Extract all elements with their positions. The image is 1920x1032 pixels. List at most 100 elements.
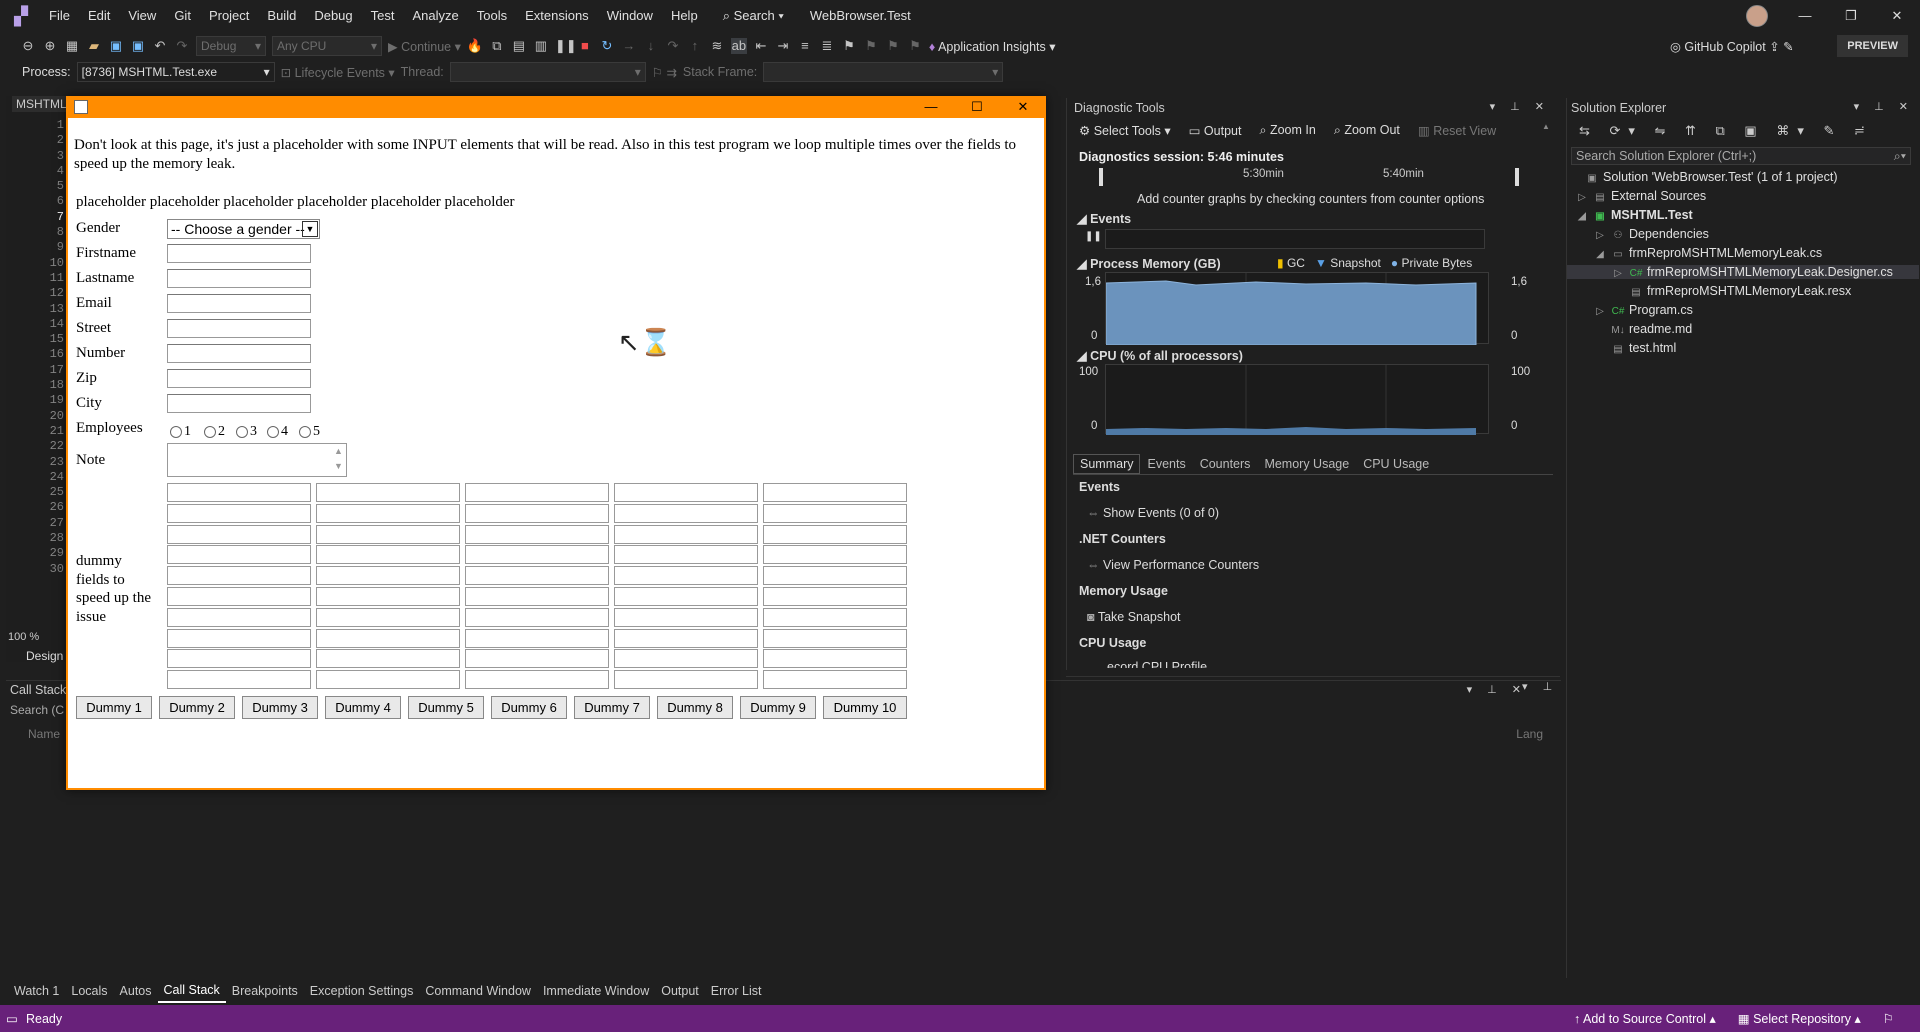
zoom-level[interactable]: 100 % [8, 631, 39, 643]
show-next-statement-icon[interactable]: → [621, 38, 637, 54]
tab-counters[interactable]: Counters [1193, 454, 1258, 474]
tree-test-html[interactable]: ▤ test.html [1611, 341, 1676, 355]
tree-resx[interactable]: ▤ frmReproMSHTMLMemoryLeak.resx [1629, 284, 1851, 298]
column-lang[interactable]: Lang [1516, 727, 1543, 741]
select-tools-button[interactable]: ⚙ Select Tools ▾ [1079, 123, 1171, 138]
prev-bookmark-icon[interactable]: ⚑ [863, 38, 879, 54]
column-name[interactable]: Name [28, 727, 60, 741]
tab-output[interactable]: Output [655, 980, 705, 1002]
call-stack-search[interactable]: Search (C [10, 703, 70, 717]
number-input[interactable] [167, 344, 311, 363]
pause-events-icon[interactable]: ❚❚ [1085, 231, 1102, 242]
test-form-titlebar[interactable]: — ☐ ✕ [66, 96, 1046, 118]
record-cpu-profile-button[interactable]: ● Record CPU Profile [1107, 660, 1207, 668]
solution-toolbar[interactable]: ⇆ ⟳▾ ⇋ ⇈ ⧉ ▣ ⌘▾ ✎ ≓ [1579, 123, 1873, 139]
dummy-input[interactable] [316, 503, 460, 523]
tab-breakpoints[interactable]: Breakpoints [226, 980, 304, 1002]
maximize-icon[interactable]: ☐ [954, 96, 1000, 118]
dummy-input[interactable] [167, 566, 311, 586]
github-copilot-button[interactable]: ◎ GitHub Copilot ⇪ ✎ [1670, 39, 1794, 54]
tab-immediate-window[interactable]: Immediate Window [537, 980, 655, 1002]
tree-external-sources[interactable]: ▷ ▤ External Sources [1575, 189, 1706, 203]
hex-display-icon[interactable]: ≋ [709, 38, 725, 54]
search-button[interactable]: ⌕ Search ▾ [715, 8, 792, 24]
attach-icon[interactable]: ⧉ [489, 38, 505, 54]
dummy-button-7[interactable]: Dummy 7 [574, 696, 650, 719]
dummy-input[interactable] [465, 524, 609, 544]
save-all-icon[interactable]: ▣ [130, 38, 146, 54]
step-over-icon[interactable]: ↷ [665, 38, 681, 54]
configuration-select[interactable]: Debug ▾ [196, 36, 266, 56]
zip-input[interactable] [167, 369, 311, 388]
employees-radio-1[interactable]: 1 [170, 424, 191, 440]
reset-view-button[interactable]: ▥ Reset View [1418, 123, 1496, 138]
dummy-input[interactable] [316, 545, 460, 565]
step-out-icon[interactable]: ↑ [687, 38, 703, 54]
gender-select[interactable]: -- Choose a gender -- ▼ [167, 219, 320, 239]
dummy-input[interactable] [465, 545, 609, 565]
menu-help[interactable]: Help [662, 0, 707, 31]
dummy-button-4[interactable]: Dummy 4 [325, 696, 401, 719]
dummy-input[interactable] [465, 587, 609, 606]
uncomment-icon[interactable]: ≣ [819, 38, 835, 54]
tab-error-list[interactable]: Error List [705, 980, 768, 1002]
dummy-input[interactable] [763, 649, 907, 669]
tab-summary[interactable]: Summary [1073, 454, 1141, 474]
dummy-input[interactable] [614, 483, 758, 502]
next-bookmark-icon[interactable]: ⚑ [885, 38, 901, 54]
tree-solution[interactable]: ▣ Solution 'WebBrowser.Test' (1 of 1 proj… [1585, 170, 1837, 184]
menu-file[interactable]: File [40, 0, 79, 31]
dummy-input[interactable] [167, 670, 311, 690]
tree-dependencies[interactable]: ▷ ⚇ Dependencies [1593, 227, 1709, 241]
dummy-input[interactable] [763, 587, 907, 606]
dummy-input[interactable] [465, 566, 609, 586]
dummy-input[interactable] [465, 503, 609, 523]
output-button[interactable]: ▭ Output [1189, 123, 1242, 138]
dummy-input[interactable] [316, 670, 460, 690]
employees-radio-3[interactable]: 3 [236, 424, 257, 440]
design-tab[interactable]: Design [26, 649, 63, 663]
tree-readme[interactable]: M↓ readme.md [1611, 322, 1692, 336]
dummy-input[interactable] [167, 587, 311, 606]
email-input[interactable] [167, 294, 311, 313]
note-textarea[interactable]: ▲ ▼ [167, 443, 347, 477]
tab-call-stack[interactable]: Call Stack [157, 979, 226, 1003]
dummy-button-5[interactable]: Dummy 5 [408, 696, 484, 719]
forward-icon[interactable]: ⊕ [42, 38, 58, 54]
dummy-input[interactable] [614, 670, 758, 690]
employees-radio-5[interactable]: 5 [299, 424, 320, 440]
menu-analyze[interactable]: Analyze [403, 0, 467, 31]
dummy-input[interactable] [763, 503, 907, 523]
pane-pin-icon[interactable]: ▾ ⊥ ✕ [1467, 683, 1527, 696]
employees-radio-2[interactable]: 2 [204, 424, 225, 440]
notifications-icon[interactable]: ⚐ [1883, 1011, 1894, 1026]
dummy-input[interactable] [614, 545, 758, 565]
spell-check-icon[interactable]: ab [730, 38, 747, 54]
timeline-ruler[interactable]: 5:30min 5:40min [1099, 168, 1519, 186]
add-source-control-button[interactable]: ↑ Add to Source Control ▴ [1574, 1011, 1716, 1026]
dummy-input[interactable] [763, 607, 907, 627]
dummy-button-1[interactable]: Dummy 1 [76, 696, 152, 719]
save-icon[interactable]: ▣ [108, 38, 124, 54]
dummy-input[interactable] [465, 649, 609, 669]
process-select[interactable]: [8736] MSHTML.Test.exe ▾ [76, 62, 275, 82]
lastname-input[interactable] [167, 269, 311, 288]
process-memory-header[interactable]: ◢ Process Memory (GB) [1077, 256, 1221, 271]
dummy-input[interactable] [614, 649, 758, 669]
restore-icon[interactable]: ❐ [1828, 0, 1874, 31]
step-into-icon[interactable]: ↓ [643, 38, 659, 54]
restart-icon[interactable]: ↻ [599, 38, 615, 54]
dummy-input[interactable] [316, 483, 460, 502]
menu-project[interactable]: Project [200, 0, 258, 31]
pane-options-icon[interactable]: ▾ ⊥ ✕ [1490, 100, 1550, 113]
dummy-input[interactable] [167, 483, 311, 502]
dummy-input[interactable] [316, 587, 460, 606]
dummy-input[interactable] [763, 670, 907, 690]
tab-events[interactable]: Events [1140, 454, 1192, 474]
menu-test[interactable]: Test [362, 0, 404, 31]
take-snapshot-button[interactable]: ◙ Take Snapshot [1087, 610, 1181, 624]
tab-watch1[interactable]: Watch 1 [8, 980, 65, 1002]
dummy-input[interactable] [167, 649, 311, 669]
menu-extensions[interactable]: Extensions [516, 0, 598, 31]
dummy-input[interactable] [763, 566, 907, 586]
